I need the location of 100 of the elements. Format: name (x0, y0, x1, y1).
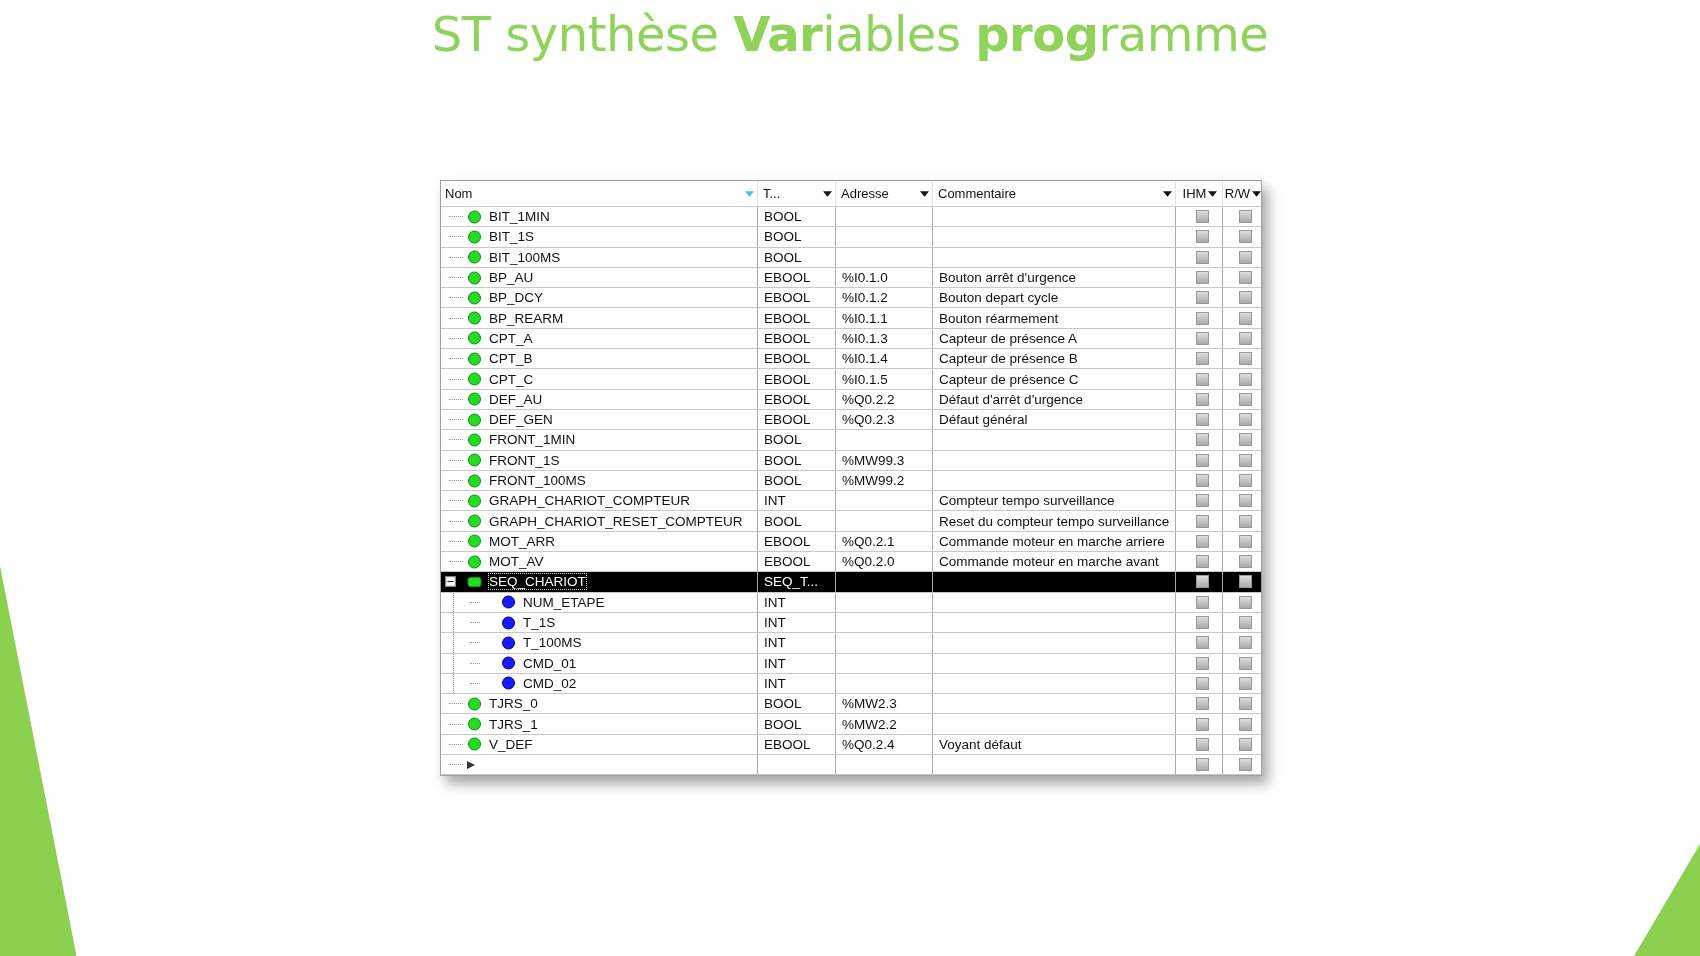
table-row[interactable]: V_DEF EBOOL %Q0.2.4 Voyant défaut (441, 734, 1261, 755)
collapse-icon[interactable] (445, 576, 456, 588)
rw-checkbox[interactable] (1238, 737, 1252, 751)
ihm-checkbox[interactable] (1195, 656, 1209, 670)
ihm-checkbox[interactable] (1195, 575, 1209, 589)
table-row[interactable]: DEF_GEN EBOOL %Q0.2.3 Défaut général (441, 409, 1261, 431)
ihm-checkbox[interactable] (1195, 250, 1209, 264)
rw-checkbox[interactable] (1238, 494, 1252, 508)
table-row[interactable]: CMD_02 INT (441, 673, 1261, 695)
table-row[interactable]: BIT_1MIN BOOL (441, 207, 1261, 228)
ihm-checkbox[interactable] (1195, 352, 1209, 366)
rw-checkbox[interactable] (1238, 433, 1252, 447)
rw-checkbox[interactable] (1238, 534, 1252, 548)
rw-checkbox[interactable] (1238, 331, 1252, 345)
dot-icon (501, 676, 516, 691)
table-row[interactable]: CMD_01 INT (441, 653, 1261, 674)
variable-dot-icon (467, 250, 482, 265)
rw-checkbox[interactable] (1238, 676, 1252, 690)
rw-checkbox[interactable] (1238, 697, 1252, 711)
table-row[interactable]: SEQ_CHARIOT SEQ_T... (441, 572, 1261, 593)
address-cell: %I0.1.2 (842, 290, 888, 306)
ihm-checkbox[interactable] (1195, 230, 1209, 244)
ihm-checkbox[interactable] (1195, 331, 1209, 345)
rw-checkbox[interactable] (1238, 453, 1252, 467)
table-row[interactable]: FRONT_1MIN BOOL (441, 430, 1261, 451)
rw-checkbox[interactable] (1238, 575, 1252, 589)
ihm-checkbox[interactable] (1195, 453, 1209, 467)
ihm-checkbox[interactable] (1195, 514, 1209, 528)
variable-name: BP_AU (489, 270, 534, 286)
ihm-checkbox[interactable] (1195, 676, 1209, 690)
table-row[interactable]: MOT_ARR EBOOL %Q0.2.1 Commande moteur en marche arriere (441, 531, 1261, 553)
table-row[interactable]: GRAPH_CHARIOT_RESET_COMPTEUR BOOL Reset du compteur tempo surveillance (441, 511, 1261, 532)
rw-checkbox[interactable] (1238, 230, 1252, 244)
ihm-checkbox[interactable] (1195, 210, 1209, 224)
rw-checkbox[interactable] (1238, 311, 1252, 325)
rw-checkbox[interactable] (1238, 717, 1252, 731)
table-row[interactable]: BIT_1S BOOL (441, 227, 1261, 248)
rw-checkbox[interactable] (1238, 291, 1252, 305)
ihm-checkbox[interactable] (1195, 413, 1209, 427)
ihm-checkbox[interactable] (1195, 555, 1209, 569)
rw-checkbox[interactable] (1238, 372, 1252, 386)
rw-checkbox[interactable] (1238, 595, 1252, 609)
ihm-checkbox[interactable] (1195, 717, 1209, 731)
ihm-checkbox[interactable] (1195, 433, 1209, 447)
table-row[interactable]: GRAPH_CHARIOT_COMPTEUR INT Compteur tempo surveillance (441, 491, 1261, 512)
column-header[interactable]: Commentaire (933, 181, 1176, 206)
ihm-checkbox[interactable] (1195, 534, 1209, 548)
rw-checkbox[interactable] (1238, 636, 1252, 650)
ihm-checkbox[interactable] (1195, 758, 1209, 772)
ihm-checkbox[interactable] (1195, 291, 1209, 305)
table-row[interactable]: FRONT_1S BOOL %MW99.3 (441, 450, 1261, 471)
rw-checkbox[interactable] (1238, 271, 1252, 285)
table-row[interactable]: DEF_AU EBOOL %Q0.2.2 Défaut d'arrêt d'urgence (441, 389, 1261, 410)
ihm-checkbox[interactable] (1195, 271, 1209, 285)
comment-cell: Bouton réarmement (939, 310, 1059, 326)
column-header[interactable]: Nom (441, 181, 758, 206)
rw-checkbox[interactable] (1238, 616, 1252, 630)
ihm-checkbox[interactable] (1195, 737, 1209, 751)
table-row[interactable]: BP_REARM EBOOL %I0.1.1 Bouton réarmement (441, 308, 1261, 329)
ihm-checkbox[interactable] (1195, 474, 1209, 487)
type-cell: INT (764, 493, 786, 509)
rw-checkbox[interactable] (1238, 474, 1252, 487)
table-row[interactable]: CPT_B EBOOL %I0.1.4 Capteur de présence B (441, 349, 1261, 370)
type-cell: BOOL (764, 473, 802, 488)
table-row[interactable]: CPT_A EBOOL %I0.1.3 Capteur de présence A (441, 328, 1261, 350)
table-row[interactable]: BP_DCY EBOOL %I0.1.2 Bouton depart cycle (441, 288, 1261, 309)
ihm-checkbox[interactable] (1195, 372, 1209, 386)
type-cell: EBOOL (764, 330, 811, 346)
type-cell: EBOOL (764, 533, 811, 549)
rw-checkbox[interactable] (1238, 555, 1252, 569)
comment-cell: Capteur de présence C (939, 371, 1079, 387)
table-row[interactable]: BP_AU EBOOL %I0.1.0 Bouton arrêt d'urgence (441, 267, 1261, 289)
rw-checkbox[interactable] (1238, 656, 1252, 670)
table-row[interactable]: T_1S INT (441, 612, 1261, 634)
ihm-checkbox[interactable] (1195, 697, 1209, 711)
column-header[interactable]: Adresse (836, 181, 933, 206)
ihm-checkbox[interactable] (1195, 494, 1209, 508)
rw-checkbox[interactable] (1238, 392, 1252, 406)
ihm-checkbox[interactable] (1195, 311, 1209, 325)
ihm-checkbox[interactable] (1195, 616, 1209, 630)
rw-checkbox[interactable] (1238, 250, 1252, 264)
rw-checkbox[interactable] (1238, 758, 1252, 772)
ihm-checkbox[interactable] (1195, 392, 1209, 406)
table-row[interactable]: T_100MS INT (441, 633, 1261, 654)
table-row[interactable]: BIT_100MS BOOL (441, 247, 1261, 268)
rw-checkbox[interactable] (1238, 514, 1252, 528)
rw-checkbox[interactable] (1238, 413, 1252, 427)
rw-checkbox[interactable] (1238, 352, 1252, 366)
ihm-checkbox[interactable] (1195, 595, 1209, 609)
table-row[interactable]: NUM_ETAPE INT (441, 592, 1261, 613)
table-row[interactable] (441, 755, 1261, 776)
table-row[interactable]: TJRS_1 BOOL %MW2.2 (441, 714, 1261, 735)
table-row[interactable]: TJRS_0 BOOL %MW2.3 (441, 694, 1261, 715)
rw-checkbox[interactable] (1238, 210, 1252, 224)
table-row[interactable]: CPT_C EBOOL %I0.1.5 Capteur de présence C (441, 369, 1261, 390)
table-row[interactable]: FRONT_100MS BOOL %MW99.2 (441, 470, 1261, 492)
ihm-checkbox[interactable] (1195, 636, 1209, 650)
column-header[interactable]: T... (758, 181, 836, 206)
column-header[interactable]: R/W (1223, 181, 1261, 206)
column-header[interactable]: IHM (1176, 181, 1223, 206)
